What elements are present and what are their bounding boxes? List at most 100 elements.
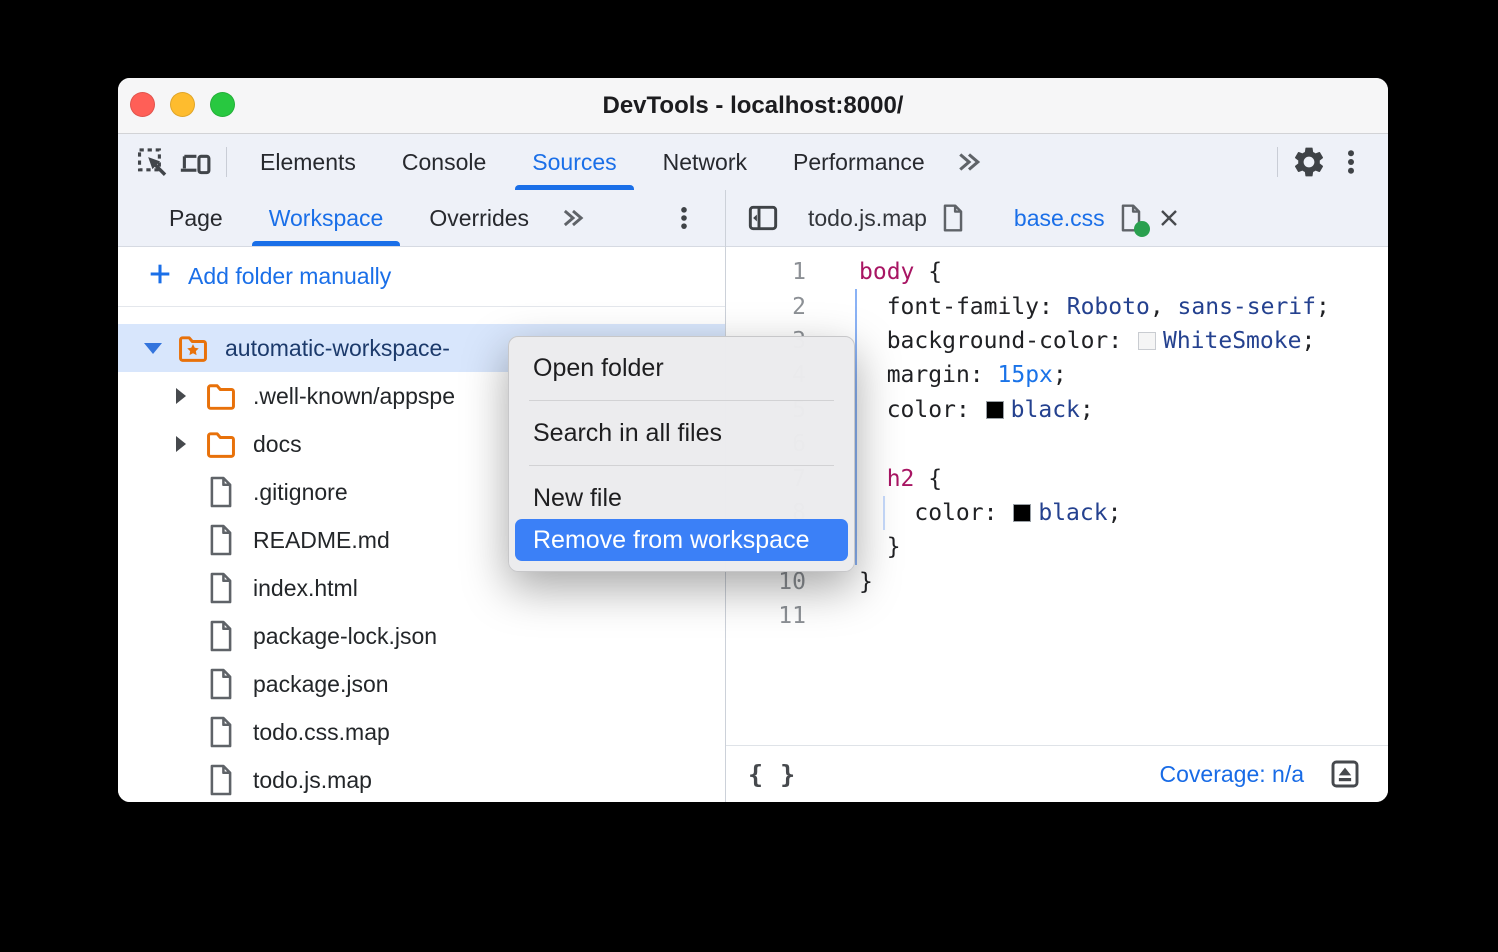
indent-guide (883, 496, 885, 530)
editor-tab-todo-js-map[interactable]: todo.js.map (784, 190, 990, 246)
code-token: font-family (887, 294, 1039, 320)
code-token (859, 466, 887, 492)
document-icon (1118, 203, 1144, 233)
code-token: WhiteSmoke (1163, 328, 1301, 354)
chevron-collapsed-icon[interactable] (170, 388, 192, 404)
line-number: 1 (726, 259, 806, 285)
chevron-expanded-icon[interactable] (142, 343, 164, 354)
code-token: margin (887, 362, 970, 388)
more-navigator-tabs-chevron-icon[interactable] (552, 197, 594, 239)
pretty-print-icon[interactable]: { } (748, 760, 796, 789)
code-token (859, 500, 914, 526)
tree-item-label: package.json (253, 671, 389, 698)
file-icon (204, 715, 238, 749)
add-folder-manually-button[interactable]: Add folder manually (118, 247, 725, 307)
line-number: 11 (726, 603, 806, 629)
inspect-element-icon[interactable] (132, 141, 174, 183)
code-line: 1body { (726, 255, 1388, 289)
editor-tabs: todo.js.map base.css (784, 190, 1218, 246)
main-menu-kebab-icon[interactable] (1330, 141, 1372, 183)
toolbar-divider-right (1277, 147, 1278, 177)
panel-tab-elements[interactable]: Elements (237, 134, 379, 190)
panel-tab-console[interactable]: Console (379, 134, 509, 190)
tree-row-todo-js-map[interactable]: todo.js.map (118, 756, 725, 802)
code-token: black (1011, 397, 1080, 423)
tree-item-label: .gitignore (253, 479, 348, 506)
editor-tab-base-css[interactable]: base.css (990, 190, 1218, 246)
add-folder-label: Add folder manually (188, 263, 391, 290)
line-number: 2 (726, 294, 806, 320)
panel-tab-performance[interactable]: Performance (770, 134, 948, 190)
triangle-glyph (144, 343, 162, 354)
code-token: h2 (887, 466, 915, 492)
menu-item-search-in-all-files[interactable]: Search in all files (515, 412, 848, 454)
menu-item-new-file[interactable]: New file (515, 477, 848, 519)
panel-tab-label: Sources (532, 149, 616, 176)
menu-separator (529, 465, 834, 466)
navigator-tab-overrides[interactable]: Overrides (406, 190, 552, 246)
panel-tab-network[interactable]: Network (640, 134, 770, 190)
code-token: : (984, 500, 1012, 526)
close-tab-icon[interactable] (1157, 206, 1181, 230)
window-title: DevTools - localhost:8000/ (118, 78, 1388, 133)
navigator-tabbar: Page Workspace Overrides (118, 190, 725, 247)
document-icon (940, 203, 966, 233)
coverage-link[interactable]: Coverage: n/a (1160, 761, 1304, 788)
color-swatch[interactable] (1138, 332, 1156, 350)
triangle-glyph (176, 436, 186, 452)
menu-item-label: Open folder (533, 354, 664, 383)
titlebar[interactable]: DevTools - localhost:8000/ (118, 78, 1388, 134)
menu-item-open-folder[interactable]: Open folder (515, 347, 848, 389)
code-token: Roboto (1067, 294, 1150, 320)
code-token: ; (1080, 397, 1094, 423)
code-token: , (1150, 294, 1178, 320)
tree-row-package-json[interactable]: package.json (118, 660, 725, 708)
navigator-tab-label: Page (169, 205, 223, 232)
code-token: ; (1316, 294, 1330, 320)
workspace-folder-star-icon (176, 331, 210, 365)
code-line-content: body { (806, 259, 942, 285)
navigator-tab-label: Overrides (429, 205, 529, 232)
device-toolbar-icon[interactable] (174, 141, 216, 183)
panel-tab-sources[interactable]: Sources (509, 134, 639, 190)
code-token: color (887, 397, 956, 423)
tree-item-label: docs (253, 431, 302, 458)
more-panels-chevron-icon[interactable] (948, 141, 990, 183)
open-file-eject-icon[interactable] (1324, 753, 1366, 795)
tree-item-label: README.md (253, 527, 390, 554)
file-icon (204, 619, 238, 653)
navigator-tab-page[interactable]: Page (146, 190, 246, 246)
code-token: sans-serif (1178, 294, 1316, 320)
color-swatch[interactable] (1013, 504, 1031, 522)
tree-item-label: index.html (253, 575, 358, 602)
menu-item-remove-from-workspace[interactable]: Remove from workspace (515, 519, 848, 561)
active-tab-indicator (252, 241, 401, 246)
chevron-collapsed-icon[interactable] (170, 436, 192, 452)
code-line: 2 font-family: Roboto, sans-serif; (726, 289, 1388, 323)
tree-row-todo-css-map[interactable]: todo.css.map (118, 708, 725, 756)
code-token (859, 362, 887, 388)
toggle-navigator-sidebar-icon[interactable] (742, 197, 784, 239)
navigator-tab-label: Workspace (269, 205, 384, 232)
triangle-glyph (176, 388, 186, 404)
code-line-content: } (806, 569, 873, 595)
code-token: background-color (887, 328, 1109, 354)
panel-tab-label: Network (663, 149, 747, 176)
editor-tab-label: base.css (1014, 205, 1105, 232)
file-icon (204, 475, 238, 509)
tree-row-package-lock-json[interactable]: package-lock.json (118, 612, 725, 660)
folder-icon (204, 379, 238, 413)
navigator-menu-kebab-icon[interactable] (663, 197, 705, 239)
color-swatch[interactable] (986, 401, 1004, 419)
menu-separator (529, 400, 834, 401)
folder-icon (204, 427, 238, 461)
file-icon (204, 571, 238, 605)
plus-icon (146, 260, 174, 294)
tree-item-label: todo.js.map (253, 767, 372, 794)
code-token: ; (1053, 362, 1067, 388)
panel-tab-label: Console (402, 149, 486, 176)
settings-gear-icon[interactable] (1288, 141, 1330, 183)
file-icon (204, 667, 238, 701)
navigator-tab-workspace[interactable]: Workspace (246, 190, 407, 246)
panel-tab-label: Performance (793, 149, 925, 176)
